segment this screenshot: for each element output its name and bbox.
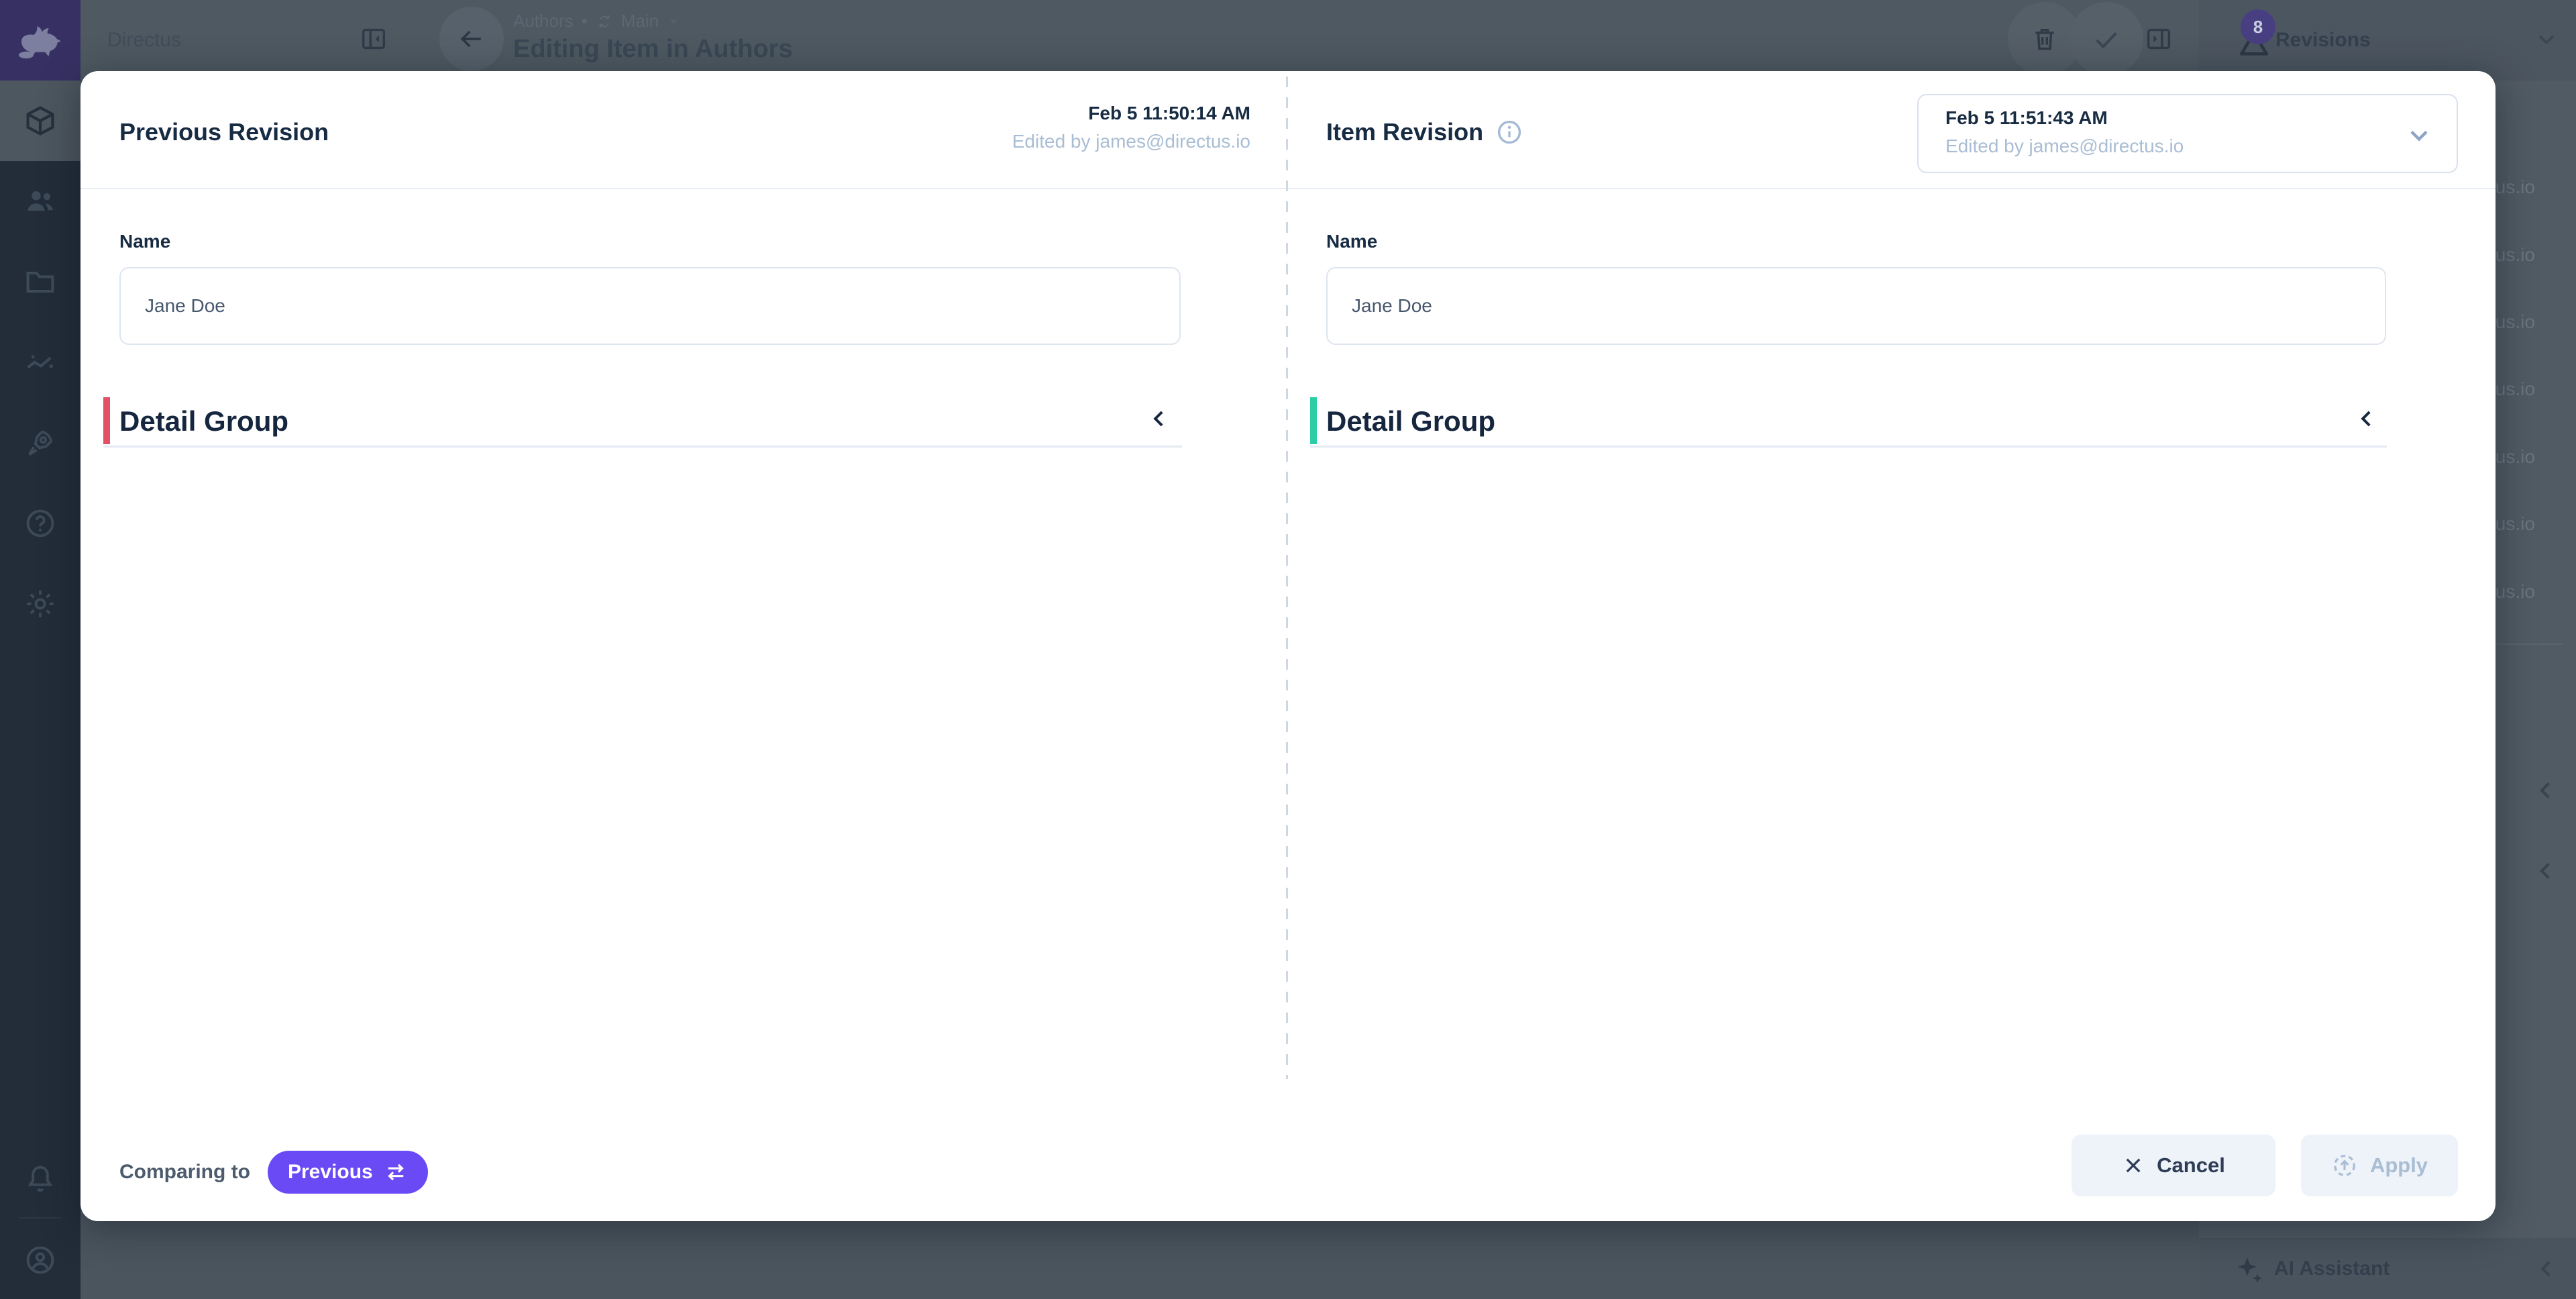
- settings-gear-icon: [23, 586, 58, 621]
- apply-label: Apply: [2370, 1153, 2428, 1178]
- picker-edited-by: Edited by james@directus.io: [1945, 132, 2184, 160]
- toggle-sidebar-icon[interactable]: [2143, 23, 2174, 54]
- cancel-label: Cancel: [2157, 1153, 2225, 1178]
- version-sync-icon: [596, 13, 613, 30]
- screen: Directus Authors • Main Editing Ite: [0, 0, 2576, 1299]
- revisions-count-badge: 8: [2241, 9, 2275, 44]
- sparkle-icon: [2234, 1254, 2266, 1286]
- revision-picker-dropdown[interactable]: Feb 5 11:51:43 AM Edited by james@direct…: [1917, 94, 2458, 173]
- apply-button[interactable]: Apply: [2301, 1135, 2458, 1196]
- module-bar-divider: [19, 1217, 62, 1218]
- breadcrumb-collection[interactable]: Authors: [513, 11, 574, 32]
- ai-assistant-bar[interactable]: AI Assistant: [2199, 1238, 2576, 1299]
- module-settings[interactable]: [0, 564, 80, 644]
- folder-icon: [23, 264, 58, 299]
- comparing-to-label: Comparing to: [119, 1161, 250, 1184]
- module-help[interactable]: [0, 483, 80, 564]
- rocket-icon: [23, 425, 58, 460]
- user-menu-button[interactable]: [0, 1220, 80, 1299]
- previous-revision-meta: Feb 5 11:50:14 AM Edited by james@direct…: [1012, 99, 1250, 156]
- directus-rabbit-icon: [15, 19, 66, 62]
- name-input-previous[interactable]: [119, 267, 1181, 345]
- cancel-button[interactable]: Cancel: [2072, 1135, 2275, 1196]
- revisions-label: Revisions: [2275, 0, 2371, 81]
- picker-meta: Feb 5 11:51:43 AM Edited by james@direct…: [1945, 104, 2184, 160]
- breadcrumb-version[interactable]: Main: [621, 11, 659, 32]
- avatar-icon: [23, 1243, 58, 1278]
- panels-dashed-divider: [1286, 76, 1288, 1079]
- box-icon: [23, 103, 58, 138]
- name-field-label: Name: [1326, 231, 1377, 252]
- chevron-left-icon[interactable]: [2353, 405, 2380, 432]
- previous-revision-timestamp: Feb 5 11:50:14 AM: [1012, 99, 1250, 127]
- chevron-down-icon: [2404, 120, 2434, 150]
- chevron-down-icon[interactable]: [2533, 25, 2560, 52]
- back-arrow-icon: [457, 24, 486, 54]
- close-icon: [2122, 1154, 2145, 1177]
- group-underline: [1310, 446, 2387, 448]
- detail-group-header-current: Detail Group: [1310, 391, 2387, 448]
- chevron-left-icon[interactable]: [2533, 1255, 2560, 1282]
- group-accent-bar-red: [103, 397, 110, 444]
- page-title: Editing Item in Authors: [513, 35, 793, 64]
- trash-icon: [2030, 24, 2059, 54]
- check-icon: [2091, 23, 2122, 54]
- insights-icon: [23, 345, 58, 380]
- bell-icon: [23, 1161, 58, 1196]
- collapse-module-bar-icon[interactable]: [358, 23, 389, 54]
- module-users[interactable]: [0, 161, 80, 242]
- breadcrumb-separator: •: [582, 11, 588, 32]
- chevron-left-icon[interactable]: [2532, 857, 2560, 885]
- revision-list-item[interactable]: tus.io: [2490, 176, 2535, 198]
- revisions-section-header[interactable]: 8 Revisions: [2199, 0, 2576, 81]
- previous-revision-edited-by: Edited by james@directus.io: [1012, 127, 1250, 156]
- name-field-label: Name: [119, 231, 170, 252]
- users-icon: [23, 184, 58, 219]
- chevron-left-icon[interactable]: [1146, 405, 1173, 432]
- name-input-current[interactable]: [1326, 267, 2386, 345]
- swap-icon: [384, 1160, 408, 1184]
- group-underline: [103, 446, 1182, 448]
- module-bar: [0, 0, 80, 1299]
- project-logo[interactable]: [0, 0, 80, 81]
- revision-list-item[interactable]: tus.io: [2490, 378, 2535, 400]
- save-button[interactable]: [2070, 2, 2143, 76]
- module-content[interactable]: [0, 81, 80, 161]
- revision-list-item[interactable]: tus.io: [2490, 513, 2535, 535]
- back-button[interactable]: [439, 7, 504, 71]
- group-accent-bar-teal: [1310, 397, 1317, 444]
- item-revision-title-text: Item Revision: [1326, 118, 1483, 146]
- detail-group-header-previous: Detail Group: [103, 391, 1182, 448]
- detail-group-title: Detail Group: [119, 405, 288, 437]
- info-icon[interactable]: [1495, 118, 1523, 146]
- breadcrumb[interactable]: Authors • Main: [513, 11, 680, 32]
- comparing-to-row: Comparing to Previous: [119, 1151, 428, 1194]
- apply-upload-icon: [2331, 1152, 2358, 1179]
- compare-target-text: Previous: [288, 1161, 373, 1184]
- notifications-button[interactable]: [0, 1139, 80, 1219]
- module-extensions[interactable]: [0, 403, 80, 483]
- revision-list-item[interactable]: tus.io: [2490, 311, 2535, 333]
- picker-timestamp: Feb 5 11:51:43 AM: [1945, 104, 2184, 132]
- app-header: Directus Authors • Main Editing Ite: [0, 0, 2576, 81]
- compare-target-button[interactable]: Previous: [268, 1151, 428, 1194]
- detail-group-title: Detail Group: [1326, 405, 1495, 437]
- revision-list-item[interactable]: tus.io: [2490, 446, 2535, 468]
- module-files[interactable]: [0, 242, 80, 322]
- ai-assistant-label: AI Assistant: [2274, 1238, 2390, 1299]
- module-insights[interactable]: [0, 322, 80, 403]
- drawer-header-divider: [80, 188, 2496, 189]
- help-icon: [23, 506, 58, 541]
- project-title: Directus: [107, 0, 181, 81]
- revision-compare-drawer: Previous Revision Feb 5 11:50:14 AM Edit…: [80, 71, 2496, 1221]
- item-revision-title: Item Revision: [1326, 118, 1523, 146]
- chevron-left-icon[interactable]: [2532, 776, 2560, 804]
- previous-revision-title: Previous Revision: [119, 118, 329, 146]
- revision-list-item[interactable]: tus.io: [2490, 581, 2535, 603]
- caret-down-icon: [667, 15, 680, 28]
- revision-list-item[interactable]: tus.io: [2490, 244, 2535, 266]
